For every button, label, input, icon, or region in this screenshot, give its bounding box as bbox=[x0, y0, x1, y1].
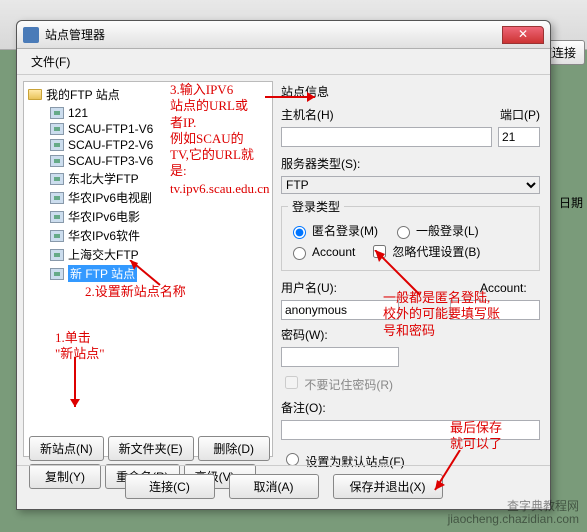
tree-item[interactable]: SCAU-FTP3-V6 bbox=[50, 153, 268, 169]
date-column-label: 日期 bbox=[559, 194, 583, 211]
radio-normal[interactable]: 一般登录(L) bbox=[392, 222, 479, 239]
dialog-title: 站点管理器 bbox=[45, 26, 502, 43]
folder-icon bbox=[28, 89, 42, 100]
check-ignore-proxy[interactable]: 忽略代理设置(B) bbox=[369, 242, 480, 261]
cancel-button[interactable]: 取消(A) bbox=[229, 474, 319, 499]
site-icon bbox=[50, 139, 64, 151]
host-input[interactable] bbox=[281, 127, 492, 147]
tree-item[interactable]: 华农IPv6电视剧 bbox=[50, 188, 268, 207]
app-icon bbox=[23, 27, 39, 43]
tree-item[interactable]: 华农IPv6软件 bbox=[50, 226, 268, 245]
account-input[interactable] bbox=[450, 300, 540, 320]
tree-item-label: 新 FTP 站点 bbox=[68, 265, 137, 282]
section-title: 站点信息 bbox=[281, 83, 540, 100]
site-icon bbox=[50, 155, 64, 167]
tree-item[interactable]: 上海交大FTP bbox=[50, 245, 268, 264]
site-icon bbox=[50, 107, 64, 119]
port-input[interactable] bbox=[498, 127, 540, 147]
site-info-panel: 站点信息 主机名(H) 端口(P) 服务器类型(S): FTP 登录类型 匿名登… bbox=[281, 81, 544, 457]
account-label: Account: bbox=[480, 281, 540, 295]
titlebar: 站点管理器 ✕ bbox=[17, 21, 550, 49]
server-type-select[interactable]: FTP bbox=[281, 176, 540, 194]
check-no-remember[interactable]: 不要记住密码(R) bbox=[281, 373, 540, 393]
site-manager-dialog: 站点管理器 ✕ 文件(F) 我的FTP 站点 121 SCAU-FTP1-V6 SC… bbox=[16, 20, 551, 510]
new-site-button[interactable]: 新站点(N) bbox=[29, 436, 104, 461]
site-icon bbox=[50, 249, 64, 261]
site-tree-panel: 我的FTP 站点 121 SCAU-FTP1-V6 SCAU-FTP2-V6 SCAU… bbox=[23, 81, 273, 457]
delete-button[interactable]: 删除(D) bbox=[198, 436, 270, 461]
tree-item-label: SCAU-FTP3-V6 bbox=[68, 154, 153, 168]
site-icon bbox=[50, 230, 64, 242]
site-icon bbox=[50, 173, 64, 185]
tree-item-label: 上海交大FTP bbox=[68, 246, 139, 263]
server-type-label: 服务器类型(S): bbox=[281, 155, 540, 172]
radio-account[interactable]: Account bbox=[288, 242, 355, 261]
watermark: 查字典教程网 jiaocheng.chazidian.com bbox=[448, 500, 579, 526]
tree-item-label: 东北大学FTP bbox=[68, 170, 139, 187]
close-button[interactable]: ✕ bbox=[502, 26, 544, 44]
port-label: 端口(P) bbox=[500, 106, 540, 123]
connect-button[interactable]: 连接(C) bbox=[125, 474, 215, 499]
tree-item[interactable]: 121 bbox=[50, 105, 268, 121]
tree-item-label: SCAU-FTP1-V6 bbox=[68, 122, 153, 136]
tree-item[interactable]: SCAU-FTP2-V6 bbox=[50, 137, 268, 153]
logon-type-legend: 登录类型 bbox=[288, 198, 344, 215]
menu-file[interactable]: 文件(F) bbox=[25, 51, 76, 72]
save-exit-button[interactable]: 保存并退出(X) bbox=[333, 474, 443, 499]
tree-item-label: 121 bbox=[68, 106, 88, 120]
new-folder-button[interactable]: 新文件夹(E) bbox=[108, 436, 194, 461]
tree-item[interactable]: 东北大学FTP bbox=[50, 169, 268, 188]
tree-item-label: SCAU-FTP2-V6 bbox=[68, 138, 153, 152]
tree-item[interactable]: SCAU-FTP1-V6 bbox=[50, 121, 268, 137]
site-icon bbox=[50, 192, 64, 204]
pass-label: 密码(W): bbox=[281, 326, 540, 343]
tree-root[interactable]: 我的FTP 站点 bbox=[28, 86, 268, 103]
tree-item[interactable]: 华农IPv6电影 bbox=[50, 207, 268, 226]
site-icon bbox=[50, 123, 64, 135]
memo-label: 备注(O): bbox=[281, 399, 540, 416]
tree-item-label: 华农IPv6电视剧 bbox=[68, 189, 152, 206]
tree-item-label: 华农IPv6电影 bbox=[68, 208, 140, 225]
tree-item-label: 华农IPv6软件 bbox=[68, 227, 140, 244]
tree-root-label: 我的FTP 站点 bbox=[46, 86, 120, 103]
logon-type-group: 登录类型 匿名登录(M) 一般登录(L) Account 忽略代理设置(B) bbox=[281, 198, 540, 271]
host-label: 主机名(H) bbox=[281, 106, 333, 123]
memo-input[interactable] bbox=[281, 420, 540, 440]
site-icon bbox=[50, 268, 64, 280]
tree-item[interactable]: 新 FTP 站点 bbox=[50, 264, 268, 283]
site-icon bbox=[50, 211, 64, 223]
menubar: 文件(F) bbox=[17, 49, 550, 75]
pass-input[interactable] bbox=[281, 347, 399, 367]
radio-anonymous[interactable]: 匿名登录(M) bbox=[288, 222, 378, 239]
user-input[interactable] bbox=[281, 300, 399, 320]
user-label: 用户名(U): bbox=[281, 279, 349, 296]
